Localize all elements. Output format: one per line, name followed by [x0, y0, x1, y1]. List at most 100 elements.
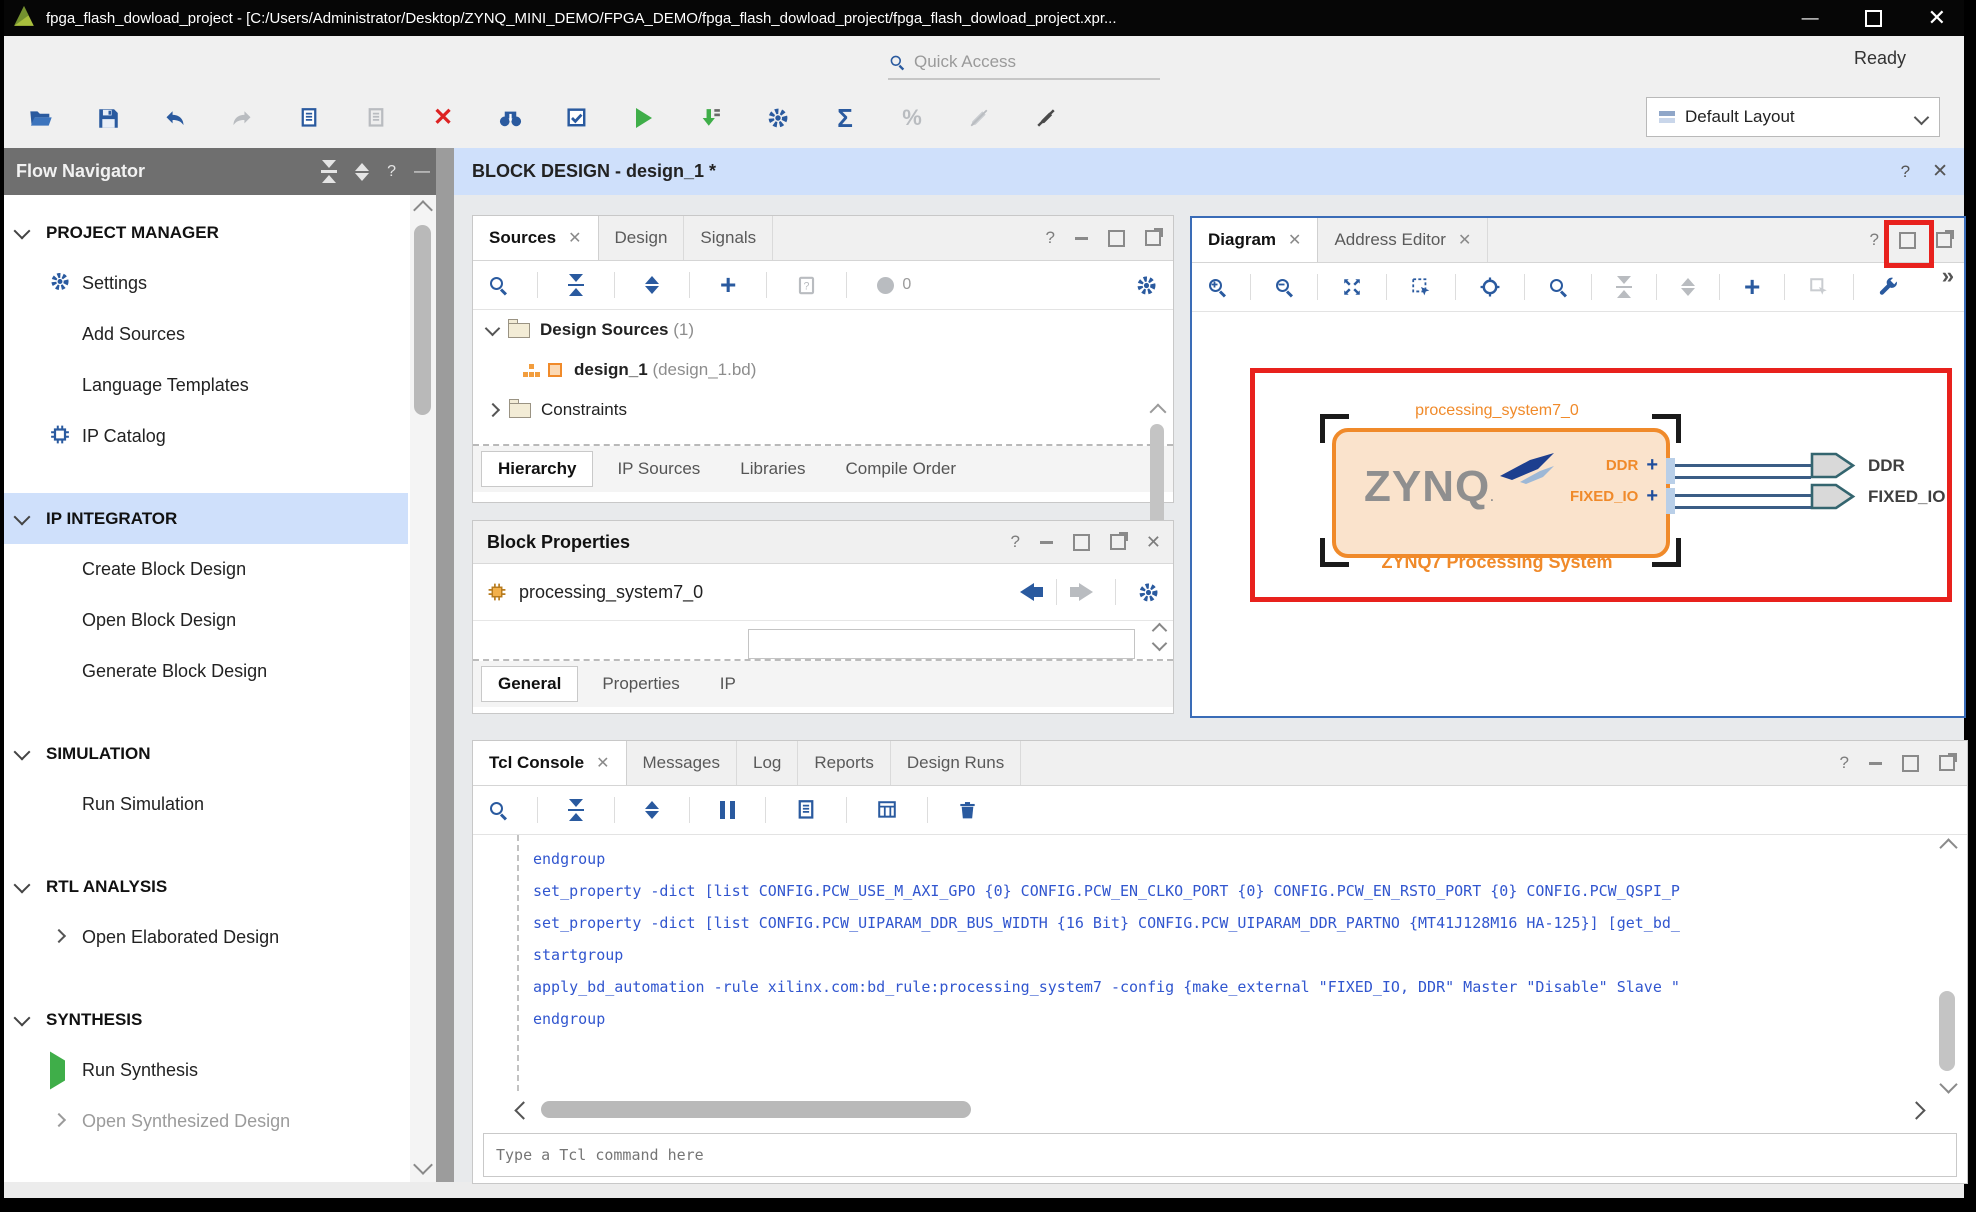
chevron-down-icon[interactable]: [485, 320, 501, 336]
close-icon[interactable]: ✕: [596, 753, 609, 773]
flow-navigator-item[interactable]: Run Synthesis: [4, 1045, 408, 1096]
help-icon[interactable]: ?: [1046, 228, 1055, 248]
tcl-console-output[interactable]: endgroup set_property -dict [list CONFIG…: [473, 835, 1931, 1091]
bottom-tab[interactable]: General: [481, 666, 578, 702]
help-icon[interactable]: ?: [387, 163, 396, 181]
tree-item-constraints[interactable]: Constraints: [473, 390, 1173, 430]
overflow-icon[interactable]: »: [1942, 265, 1954, 287]
panel-splitter[interactable]: [436, 148, 454, 1182]
find-button[interactable]: [497, 105, 523, 131]
bottom-tab[interactable]: Libraries: [724, 452, 821, 486]
flow-navigator-item[interactable]: Open Block Design: [4, 595, 408, 646]
flow-navigator-item[interactable]: Add Sources: [4, 309, 408, 360]
minimize-panel-icon[interactable]: [1075, 237, 1088, 240]
help-icon[interactable]: ?: [1010, 532, 1019, 552]
scrollbar-thumb[interactable]: [414, 225, 431, 415]
maximize-panel-icon[interactable]: [1073, 534, 1090, 551]
flow-navigator-item[interactable]: Settings: [4, 258, 408, 309]
utilization-button[interactable]: %: [899, 105, 925, 131]
flow-navigator-item[interactable]: IP INTEGRATOR: [4, 493, 408, 544]
collapse-all-icon[interactable]: [568, 274, 584, 297]
doc-help-icon[interactable]: ?: [797, 276, 816, 295]
add-ip-icon[interactable]: +: [1744, 273, 1760, 301]
close-icon[interactable]: ✕: [1458, 230, 1471, 250]
flow-navigator-item[interactable]: PROJECT MANAGER: [4, 207, 408, 258]
make-external-icon[interactable]: [1809, 277, 1829, 297]
ddr-wire[interactable]: [1675, 464, 1811, 479]
save-button[interactable]: [95, 105, 121, 131]
flow-navigator-item[interactable]: Generate Block Design: [4, 646, 408, 697]
expand-all-icon[interactable]: [645, 801, 659, 819]
scroll-up-icon[interactable]: [1939, 838, 1957, 856]
maximize-panel-icon[interactable]: [1902, 755, 1919, 772]
bottom-tab[interactable]: Hierarchy: [481, 451, 593, 487]
scrollbar-thumb[interactable]: [541, 1101, 971, 1118]
undo-button[interactable]: [162, 105, 188, 131]
bottom-tab[interactable]: Compile Order: [829, 452, 972, 486]
float-panel-icon[interactable]: [1145, 230, 1161, 246]
close-icon[interactable]: ✕: [568, 228, 581, 248]
block-port[interactable]: FIXED_IO +: [1570, 485, 1658, 508]
float-window-icon[interactable]: [1936, 232, 1952, 248]
expand-all-icon[interactable]: [1681, 278, 1695, 296]
help-icon[interactable]: ?: [1901, 162, 1910, 182]
scrollbar-thumb[interactable]: [1939, 991, 1955, 1071]
minimize-panel-icon[interactable]: —: [414, 163, 430, 181]
maximize-panel-icon[interactable]: [1108, 230, 1125, 247]
expand-all-icon[interactable]: [355, 163, 369, 181]
flow-navigator-item[interactable]: Create Block Design: [4, 544, 408, 595]
close-window-icon[interactable]: ✕: [1928, 5, 1946, 31]
pause-output-icon[interactable]: [720, 801, 735, 819]
quick-access-search[interactable]: Quick Access: [888, 46, 1160, 80]
close-icon[interactable]: ✕: [1146, 532, 1161, 553]
block-port[interactable]: DDR +: [1606, 454, 1658, 477]
diagram-canvas[interactable]: processing_system7_0 ZYNQ.: [1192, 312, 1964, 716]
gear-icon[interactable]: [1136, 275, 1157, 296]
delete-button[interactable]: ✕: [430, 105, 456, 131]
search-icon[interactable]: [489, 276, 507, 294]
help-icon[interactable]: ?: [1870, 230, 1879, 250]
zoom-fit-icon[interactable]: [1342, 277, 1362, 297]
tree-item-design-sources[interactable]: Design Sources (1): [473, 310, 1173, 350]
validate-button[interactable]: [564, 105, 590, 131]
flow-navigator-item[interactable]: Open Synthesized Design: [4, 1096, 408, 1147]
close-icon[interactable]: ✕: [1288, 230, 1301, 250]
zoom-selection-icon[interactable]: [1411, 277, 1431, 297]
expand-port-icon[interactable]: +: [1646, 485, 1658, 508]
step-button[interactable]: [698, 105, 724, 131]
bottom-tab[interactable]: IP: [704, 667, 752, 701]
report-table-icon[interactable]: [877, 800, 897, 820]
next-object-icon[interactable]: [1079, 583, 1093, 601]
flow-navigator-item[interactable]: RTL ANALYSIS: [4, 861, 408, 912]
tcl-command-input[interactable]: [484, 1134, 1956, 1176]
scroll-up-icon[interactable]: [413, 200, 433, 220]
run-button[interactable]: [631, 105, 657, 131]
open-project-button[interactable]: [28, 105, 54, 131]
tab[interactable]: Design ✕: [599, 216, 685, 260]
zoom-out-icon[interactable]: [1275, 278, 1293, 296]
tab[interactable]: Diagram ✕: [1192, 218, 1318, 262]
flow-navigator-item[interactable]: IMPLEMENTATION: [4, 1178, 408, 1182]
flow-navigator-item[interactable]: Language Templates: [4, 360, 408, 411]
collapse-all-icon[interactable]: [321, 160, 337, 183]
close-icon[interactable]: ✕: [1932, 160, 1948, 183]
tab[interactable]: Signals ✕: [684, 216, 773, 260]
edit-disabled-button[interactable]: [966, 105, 992, 131]
redo-button[interactable]: [229, 105, 255, 131]
tab[interactable]: Tcl Console ✕: [473, 741, 627, 785]
zynq-processing-system-block[interactable]: ZYNQ. DDR + FIXED_IO +: [1332, 428, 1670, 558]
bottom-tab[interactable]: IP Sources: [601, 452, 716, 486]
fixed-io-wire[interactable]: [1675, 494, 1811, 509]
minimize-panel-icon[interactable]: [1040, 541, 1053, 544]
flow-navigator-scrollbar[interactable]: [410, 195, 436, 1182]
expand-port-icon[interactable]: +: [1646, 454, 1658, 477]
tab[interactable]: Log ✕: [737, 741, 798, 785]
tab[interactable]: Sources ✕: [473, 216, 599, 260]
layout-selector[interactable]: Default Layout: [1646, 97, 1940, 137]
help-icon[interactable]: ?: [1840, 753, 1849, 773]
tab[interactable]: Address Editor ✕: [1318, 218, 1488, 262]
previous-object-icon[interactable]: [1020, 583, 1034, 601]
scroll-spinner[interactable]: [1154, 625, 1165, 649]
search-icon[interactable]: [489, 801, 507, 819]
float-panel-icon[interactable]: [1110, 534, 1126, 550]
